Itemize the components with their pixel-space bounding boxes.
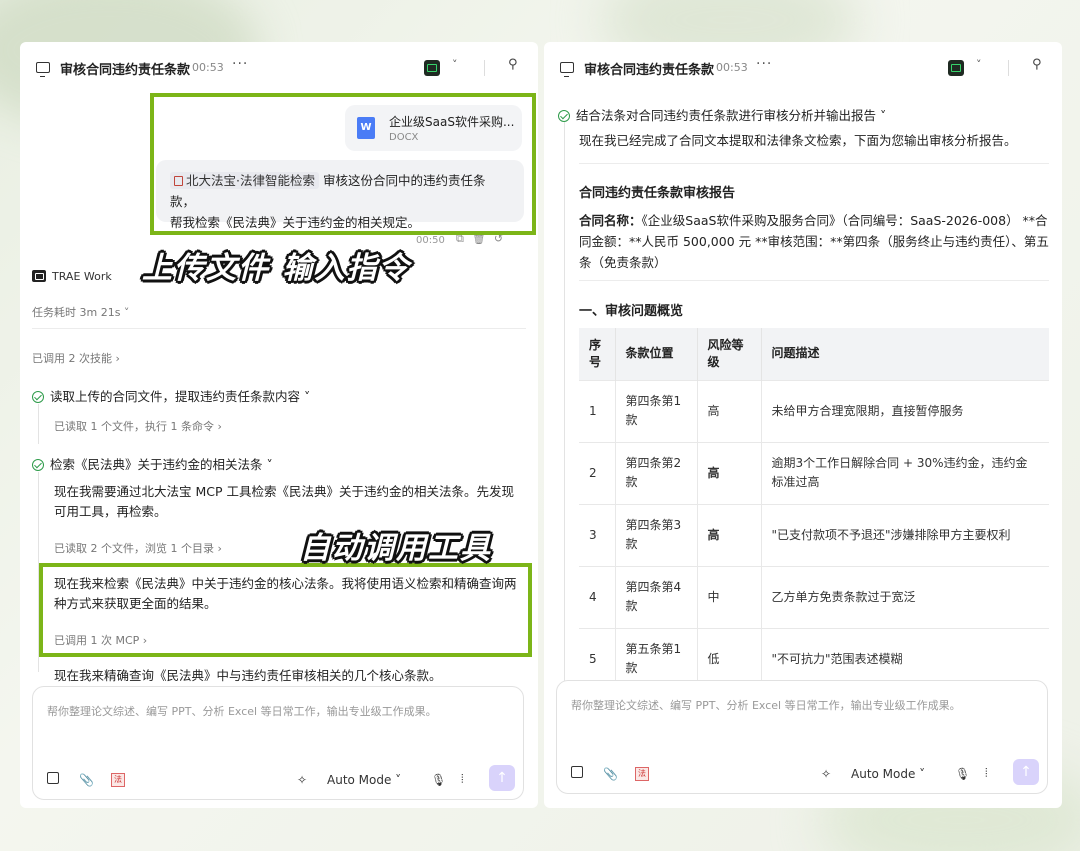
highlight-tool-call (39, 563, 532, 657)
mic-icon[interactable]: 🎙 (955, 767, 970, 781)
edit-icon[interactable] (571, 766, 583, 781)
attach-icon[interactable]: 📎 (603, 767, 618, 781)
table-header-row: 序 号 条款位置 风险等 级 问题描述 (579, 328, 1049, 380)
issues-table: 序 号 条款位置 风险等 级 问题描述 1 第四条第1款 高 未给甲方合理宽限期… (579, 328, 1049, 690)
agent-label: TRAE Work (32, 270, 112, 283)
step2-text: 现在我需要通过北大法宝 MCP 工具检索《民法典》关于违约金的相关法条。先发现可… (54, 484, 514, 519)
terminal-icon[interactable] (948, 60, 964, 76)
chat-title: 审核合同违约责任条款 (60, 63, 191, 78)
more-button[interactable]: ··· (756, 56, 772, 72)
right-chat-panel: 审核合同违约责任条款 00:53 ··· ˅ ⚲ 结合法条对合同违约责任条款进行… (544, 42, 1062, 808)
attach-icon[interactable]: 📎 (79, 773, 94, 787)
overlay-caption-upload: 上传文件 输入指令 (142, 251, 411, 286)
step1-detail[interactable]: 已读取 1 个文件，执行 1 条命令 › (54, 418, 222, 434)
report-title: 合同违约责任条款审核报告 (579, 186, 736, 201)
table-row: 3 第四条第3款 高 "已支付款项不予退还"涉嫌排除甲方主要权利 (579, 503, 1049, 566)
overlay-caption-tool: 自动调用工具 (300, 531, 492, 566)
input-placeholder: 帮你整理论文综述、编写 PPT、分析 Excel 等日常工作，输出专业级工作成果… (571, 699, 961, 712)
chat-input[interactable]: 帮你整理论文综述、编写 PPT、分析 Excel 等日常工作，输出专业级工作成果… (556, 680, 1048, 794)
chevron-down-icon[interactable]: ˅ (452, 58, 458, 71)
mic-icon[interactable]: 🎙 (431, 773, 446, 787)
more-button[interactable]: ··· (232, 56, 248, 72)
col-header-clause: 条款位置 (615, 328, 698, 380)
step-search-law[interactable]: 检索《民法典》关于违约金的相关法条 ˅ (32, 454, 273, 473)
monitor-icon (560, 62, 574, 77)
task-duration[interactable]: 任务耗时 3m 21s ˅ (32, 304, 129, 320)
check-icon (558, 110, 570, 122)
col-header-index: 序 号 (579, 328, 616, 380)
chat-input[interactable]: 帮你整理论文综述、编写 PPT、分析 Excel 等日常工作，输出专业级工作成果… (32, 686, 524, 800)
send-button[interactable]: ↑ (1013, 759, 1039, 785)
highlight-upload (150, 93, 536, 235)
voice-wave-icon[interactable]: ⦙ (461, 772, 464, 787)
chat-header: 审核合同违约责任条款 00:53 ··· ˅ ⚲ (20, 42, 538, 94)
terminal-icon[interactable] (424, 60, 440, 76)
pin-icon[interactable]: ⚲ (508, 57, 518, 72)
input-placeholder: 帮你整理论文综述、编写 PPT、分析 Excel 等日常工作，输出专业级工作成果… (47, 705, 437, 718)
sparkle-icon[interactable]: ✧ (297, 773, 307, 787)
table-row: 4 第四条第4款 中 乙方单方免责条款过于宽泛 (579, 565, 1049, 628)
contract-info: 合同名称：《企业级SaaS软件采购及服务合同》（合同编号：SaaS-2026-0… (579, 213, 1049, 270)
chevron-down-icon[interactable]: ˅ (976, 58, 982, 71)
trae-icon (32, 270, 46, 282)
chat-time: 00:53 (716, 61, 748, 74)
check-icon (32, 391, 44, 403)
step-review-report[interactable]: 结合法条对合同违约责任条款进行审核分析并输出报告 ˅ (558, 105, 886, 124)
chat-time: 00:53 (192, 61, 224, 74)
step-read-contract[interactable]: 读取上传的合同文件，提取违约责任条款内容 ˅ (32, 386, 310, 405)
report-intro: 现在我已经完成了合同文本提取和法律条文检索，下面为您输出审核分析报告。 (579, 133, 1017, 148)
section-overview-heading: 一、审核问题概览 (579, 304, 684, 319)
col-header-risk: 风险等 级 (697, 328, 762, 380)
chat-title: 审核合同违约责任条款 (584, 63, 715, 78)
skill-seal-icon[interactable]: 法 (635, 765, 649, 781)
send-button[interactable]: ↑ (489, 765, 515, 791)
message-time: 00:50 (416, 235, 445, 246)
skills-count[interactable]: 已调用 2 次技能 › (32, 350, 120, 366)
pin-icon[interactable]: ⚲ (1032, 57, 1042, 72)
mode-select[interactable]: Auto Mode ˅ (851, 767, 925, 781)
voice-wave-icon[interactable]: ⦙ (985, 766, 988, 781)
check-icon (32, 459, 44, 471)
col-header-desc: 问题描述 (761, 328, 1049, 380)
step2-detail[interactable]: 已读取 2 个文件，浏览 1 个目录 › (54, 540, 222, 556)
monitor-icon (36, 62, 50, 77)
table-row: 1 第四条第1款 高 未给甲方合理宽限期，直接暂停服务 (579, 379, 1049, 442)
mode-select[interactable]: Auto Mode ˅ (327, 773, 401, 787)
query-text: 现在我来精确查询《民法典》中与违约责任审核相关的几个核心条款。 (54, 668, 442, 683)
table-row: 2 第四条第2款 高 逾期3个工作日解除合同 + 30%违约金，违约金标准过高 (579, 441, 1049, 504)
edit-icon[interactable] (47, 772, 59, 787)
chat-header: 审核合同违约责任条款 00:53 ··· ˅ ⚲ (544, 42, 1062, 94)
sparkle-icon[interactable]: ✧ (821, 767, 831, 781)
skill-seal-icon[interactable]: 法 (111, 771, 125, 787)
